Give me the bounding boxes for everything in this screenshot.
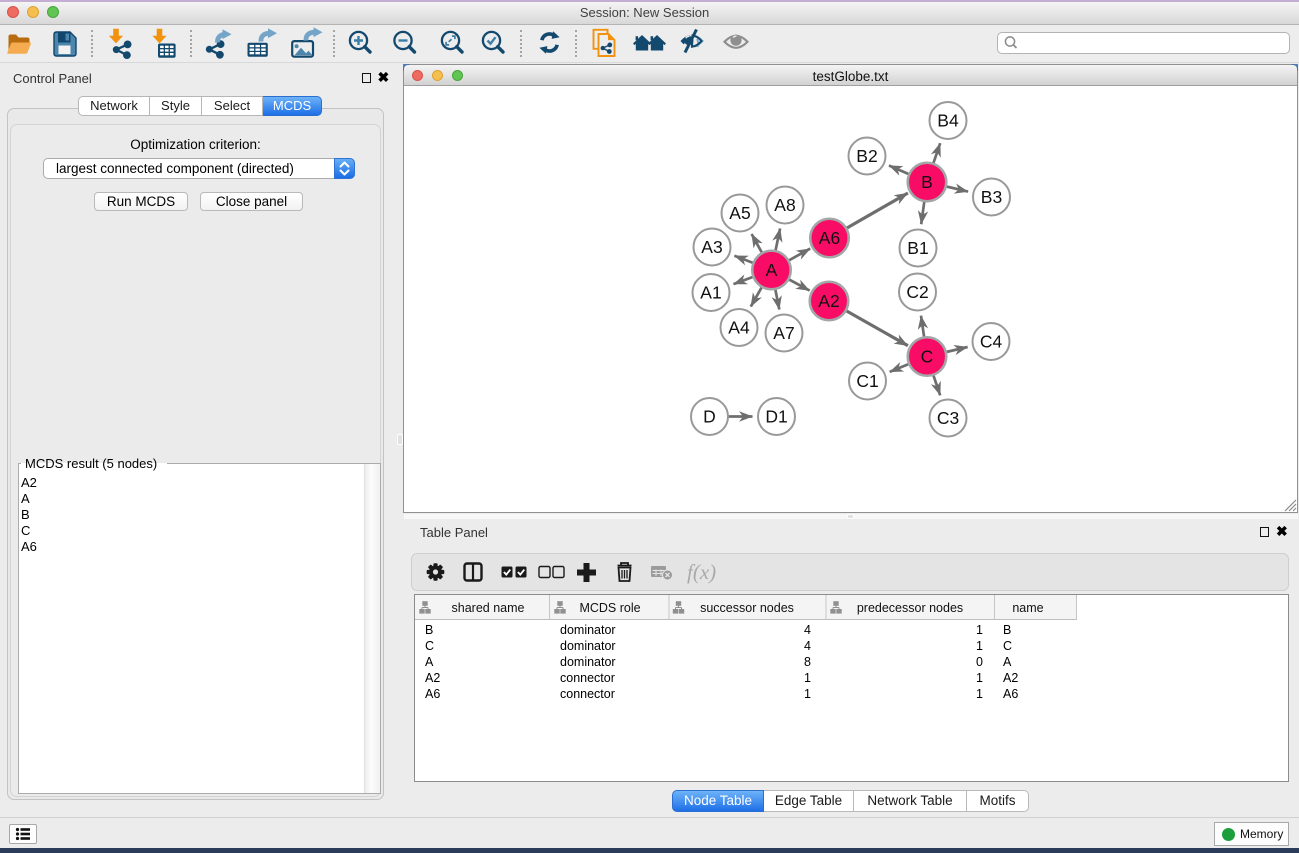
svg-text:C2: C2: [906, 282, 928, 302]
svg-text:A5: A5: [729, 203, 750, 223]
svg-text:A8: A8: [774, 195, 795, 215]
svg-text:C: C: [921, 347, 934, 367]
svg-text:D1: D1: [765, 407, 787, 427]
svg-text:B2: B2: [856, 146, 877, 166]
svg-text:B: B: [921, 172, 933, 192]
svg-text:B4: B4: [937, 111, 959, 131]
svg-text:A4: A4: [728, 318, 750, 338]
svg-text:A6: A6: [819, 228, 840, 248]
svg-text:B1: B1: [907, 238, 928, 258]
svg-text:D: D: [703, 407, 716, 427]
svg-text:A3: A3: [701, 237, 722, 257]
svg-text:A: A: [766, 260, 778, 280]
svg-text:A1: A1: [700, 283, 721, 303]
svg-text:A2: A2: [818, 291, 839, 311]
svg-text:A7: A7: [773, 323, 794, 343]
svg-text:C3: C3: [937, 408, 959, 428]
svg-text:C1: C1: [856, 371, 878, 391]
svg-text:f(x): f(x): [687, 560, 716, 584]
svg-text:B3: B3: [981, 187, 1002, 207]
svg-text:C4: C4: [980, 332, 1003, 352]
